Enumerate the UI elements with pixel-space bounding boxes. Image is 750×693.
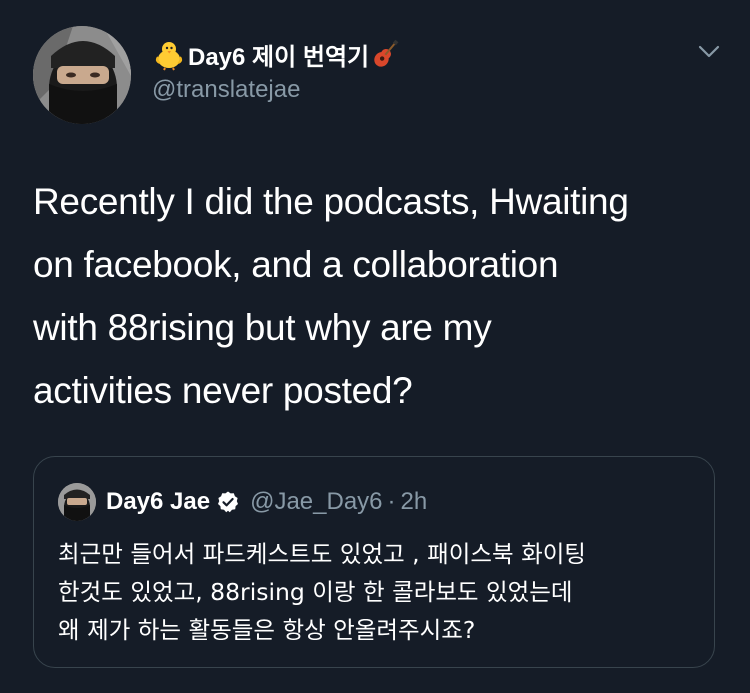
quoted-author-name[interactable]: Day6 Jae <box>106 488 210 516</box>
guitar-emoji-icon <box>374 39 399 67</box>
verified-badge-icon <box>218 491 239 513</box>
separator-dot: · <box>387 488 396 515</box>
author-name-row[interactable]: Day6 제이 번역기 <box>152 36 403 72</box>
tweet-card: Day6 제이 번역기 @translatejae Recently I did… <box>0 0 750 693</box>
author-display-name[interactable]: Day6 제이 번역기 <box>188 37 369 72</box>
author-avatar[interactable] <box>33 26 131 124</box>
quoted-tweet[interactable]: Day6 Jae @Jae_Day6 · 2h 최근만 들어서 파드케스트도 있… <box>33 456 715 668</box>
author-handle[interactable]: @translatejae <box>152 76 300 104</box>
quoted-tweet-time[interactable]: 2h <box>401 488 428 516</box>
quoted-author-handle[interactable]: @Jae_Day6 <box>250 488 382 516</box>
chevron-down-icon[interactable] <box>695 38 723 66</box>
quoted-author-avatar[interactable] <box>58 483 96 521</box>
chick-emoji-icon <box>155 42 183 71</box>
quoted-tweet-text: 최근만 들어서 파드케스트도 있었고 , 패이스북 화이팅 한것도 있었고, 8… <box>58 540 586 644</box>
tweet-text: Recently I did the podcasts, Hwaiting on… <box>33 181 629 411</box>
quoted-author-row: Day6 Jae @Jae_Day6 · 2h <box>106 485 427 519</box>
